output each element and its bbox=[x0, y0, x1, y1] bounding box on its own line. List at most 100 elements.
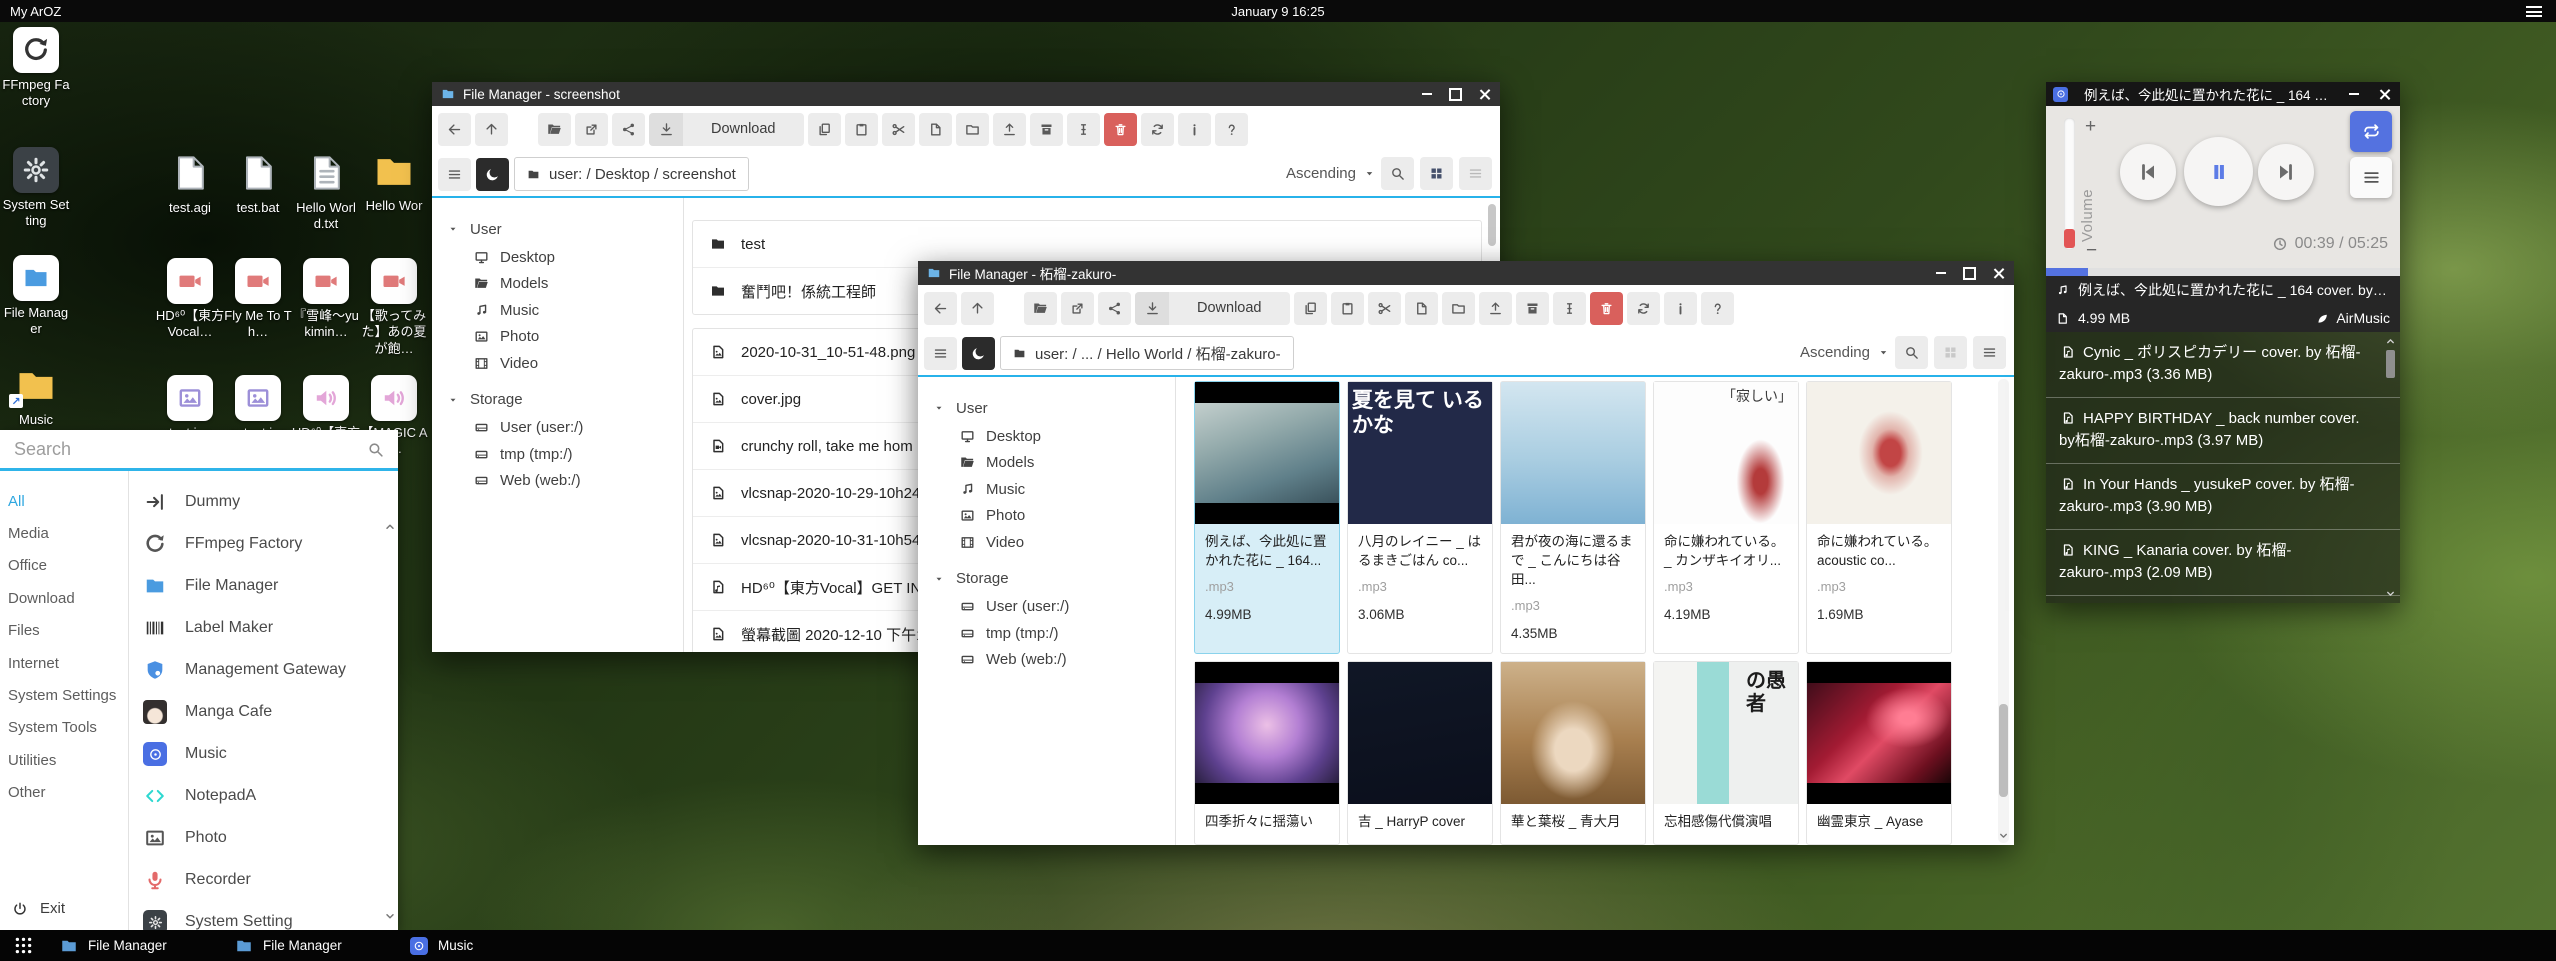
desktop-file-video1[interactable]: HD⁶⁰【東方Vocal… bbox=[155, 258, 225, 341]
copy-button[interactable] bbox=[1294, 292, 1327, 325]
tree-section-user[interactable]: User bbox=[934, 393, 1175, 423]
maximize-button[interactable] bbox=[1963, 267, 1976, 280]
scrollbar[interactable] bbox=[1998, 379, 2009, 843]
category-office[interactable]: Office bbox=[0, 550, 128, 582]
rename-button[interactable] bbox=[1067, 113, 1100, 146]
playlist-item[interactable]: KING _ Kanaria cover. by 柘榴-zakuro-.mp3 … bbox=[2046, 530, 2400, 596]
desktop-file-test-agi[interactable]: test.agi bbox=[155, 150, 225, 216]
window-title-bar[interactable]: 例えば、今此処に置かれた花に _ 164 c… bbox=[2046, 82, 2400, 106]
tree-section-storage[interactable]: Storage bbox=[448, 385, 683, 415]
taskbar-item-file-manager-2[interactable]: File Manager bbox=[235, 937, 342, 955]
scroll-down-icon[interactable] bbox=[384, 910, 396, 922]
dark-mode-button[interactable] bbox=[476, 158, 509, 191]
archive-button[interactable] bbox=[1030, 113, 1063, 146]
playlist-scrollbar[interactable] bbox=[2384, 336, 2397, 599]
open-external-button[interactable] bbox=[575, 113, 608, 146]
cut-button[interactable] bbox=[1368, 292, 1401, 325]
download-button[interactable]: Download bbox=[1135, 292, 1290, 325]
refresh-button[interactable] bbox=[1627, 292, 1660, 325]
upload-button[interactable] bbox=[1479, 292, 1512, 325]
app-list-scrollbar[interactable] bbox=[384, 519, 396, 924]
scroll-up-icon[interactable] bbox=[2385, 336, 2396, 347]
app-item-dummy[interactable]: Dummy bbox=[129, 481, 398, 523]
cut-button[interactable] bbox=[882, 113, 915, 146]
sidebar-item-photo[interactable]: Photo bbox=[934, 503, 1175, 530]
category-system-tools[interactable]: System Tools bbox=[0, 712, 128, 744]
playlist-item[interactable]: In Your Hands _ yusukeP cover. by 柘榴-zak… bbox=[2046, 464, 2400, 530]
category-media[interactable]: Media bbox=[0, 517, 128, 549]
sidebar-item-desktop[interactable]: Desktop bbox=[448, 244, 683, 271]
volume-slider-thumb[interactable] bbox=[2064, 229, 2075, 248]
desktop-file-test-bat[interactable]: test.bat bbox=[223, 150, 293, 216]
sidebar-item-tmp-drive[interactable]: tmp (tmp:/) bbox=[448, 441, 683, 468]
paste-button[interactable] bbox=[1331, 292, 1364, 325]
previous-track-button[interactable] bbox=[2120, 144, 2176, 200]
sidebar-item-user-drive[interactable]: User (user:/) bbox=[934, 594, 1175, 621]
sidebar-item-web-drive[interactable]: Web (web:/) bbox=[934, 647, 1175, 674]
rename-button[interactable] bbox=[1553, 292, 1586, 325]
grid-view-button[interactable] bbox=[1934, 336, 1967, 369]
taskbar-item-music[interactable]: Music bbox=[410, 937, 473, 955]
share-button[interactable] bbox=[612, 113, 645, 146]
grid-tile[interactable]: 華と葉桜 _ 青大月 bbox=[1500, 661, 1646, 845]
back-button[interactable] bbox=[438, 113, 471, 146]
sidebar-toggle-button[interactable] bbox=[924, 337, 957, 370]
app-item-music[interactable]: Music bbox=[129, 733, 398, 775]
progress-bar[interactable] bbox=[2046, 268, 2400, 276]
list-view-button[interactable] bbox=[1459, 157, 1492, 190]
scrollbar-thumb[interactable] bbox=[2386, 350, 2395, 378]
sidebar-item-models[interactable]: Models bbox=[448, 271, 683, 298]
volume-slider[interactable] bbox=[2064, 118, 2075, 250]
search-input[interactable] bbox=[0, 439, 367, 460]
delete-button[interactable] bbox=[1104, 113, 1137, 146]
new-folder-button[interactable] bbox=[1442, 292, 1475, 325]
window-title-bar[interactable]: File Manager - screenshot bbox=[432, 82, 1500, 106]
window-title-bar[interactable]: File Manager - 柘榴-zakuro- bbox=[918, 261, 2014, 285]
sidebar-item-desktop[interactable]: Desktop bbox=[934, 423, 1175, 450]
app-item-photo[interactable]: Photo bbox=[129, 817, 398, 859]
app-item-notepada[interactable]: NotepadA bbox=[129, 775, 398, 817]
up-button[interactable] bbox=[961, 292, 994, 325]
grid-tile[interactable]: 夏を見て いるかな 八月のレイニー _ はるまきごはん co... .mp3 3… bbox=[1347, 381, 1493, 654]
open-external-button[interactable] bbox=[1061, 292, 1094, 325]
exit-button[interactable]: Exit bbox=[12, 900, 65, 917]
desktop-folder-hello-wor[interactable]: Hello Wor bbox=[359, 150, 429, 214]
open-button[interactable] bbox=[538, 113, 571, 146]
breadcrumb[interactable]: user: / Desktop / screenshot bbox=[514, 157, 749, 191]
desktop-file-video2[interactable]: Fly Me To Th… bbox=[223, 258, 293, 341]
tree-section-user[interactable]: User bbox=[448, 214, 683, 244]
upload-button[interactable] bbox=[993, 113, 1026, 146]
minimize-button[interactable] bbox=[1936, 272, 1946, 274]
app-item-management-gateway[interactable]: Management Gateway bbox=[129, 649, 398, 691]
delete-button[interactable] bbox=[1590, 292, 1623, 325]
maximize-button[interactable] bbox=[1449, 88, 1462, 101]
sidebar-item-video[interactable]: Video bbox=[934, 529, 1175, 556]
close-button[interactable] bbox=[1479, 89, 1490, 100]
sidebar-item-video[interactable]: Video bbox=[448, 350, 683, 377]
sidebar-toggle-button[interactable] bbox=[438, 158, 471, 191]
search-icon[interactable] bbox=[367, 441, 384, 458]
scroll-down-icon[interactable] bbox=[2385, 588, 2396, 599]
sidebar-item-music[interactable]: Music bbox=[934, 476, 1175, 503]
app-item-ffmpeg-factory[interactable]: FFmpeg Factory bbox=[129, 523, 398, 565]
scroll-up-icon[interactable] bbox=[384, 521, 396, 533]
desktop-icon-ffmpeg-factory[interactable]: FFmpeg Factory bbox=[1, 27, 71, 110]
taskbar-item-file-manager-1[interactable]: File Manager bbox=[60, 937, 167, 955]
sidebar-item-tmp-drive[interactable]: tmp (tmp:/) bbox=[934, 620, 1175, 647]
scrollbar-thumb[interactable] bbox=[1999, 704, 2008, 797]
app-item-file-manager[interactable]: File Manager bbox=[129, 565, 398, 607]
up-button[interactable] bbox=[475, 113, 508, 146]
app-launcher-button[interactable] bbox=[13, 935, 34, 956]
minimize-button[interactable] bbox=[2349, 93, 2359, 95]
desktop-file-video3[interactable]: 『雪峰～yukimin… bbox=[291, 258, 361, 341]
properties-button[interactable] bbox=[1178, 113, 1211, 146]
help-button[interactable] bbox=[1215, 113, 1248, 146]
playlist-item[interactable]: Cynic _ ポリスピカデリー cover. by 柘榴-zakuro-.mp… bbox=[2046, 332, 2400, 398]
category-system-settings[interactable]: System Settings bbox=[0, 679, 128, 711]
close-button[interactable] bbox=[2379, 89, 2390, 100]
dark-mode-button[interactable] bbox=[962, 337, 995, 370]
desktop-file-video4[interactable]: 【歌ってみた】あの夏が飽… bbox=[359, 258, 429, 357]
search-button[interactable] bbox=[1381, 157, 1414, 190]
grid-tile[interactable]: 幽霊東京 _ Ayase bbox=[1806, 661, 1952, 845]
brand-label[interactable]: My ArOZ bbox=[10, 4, 61, 19]
